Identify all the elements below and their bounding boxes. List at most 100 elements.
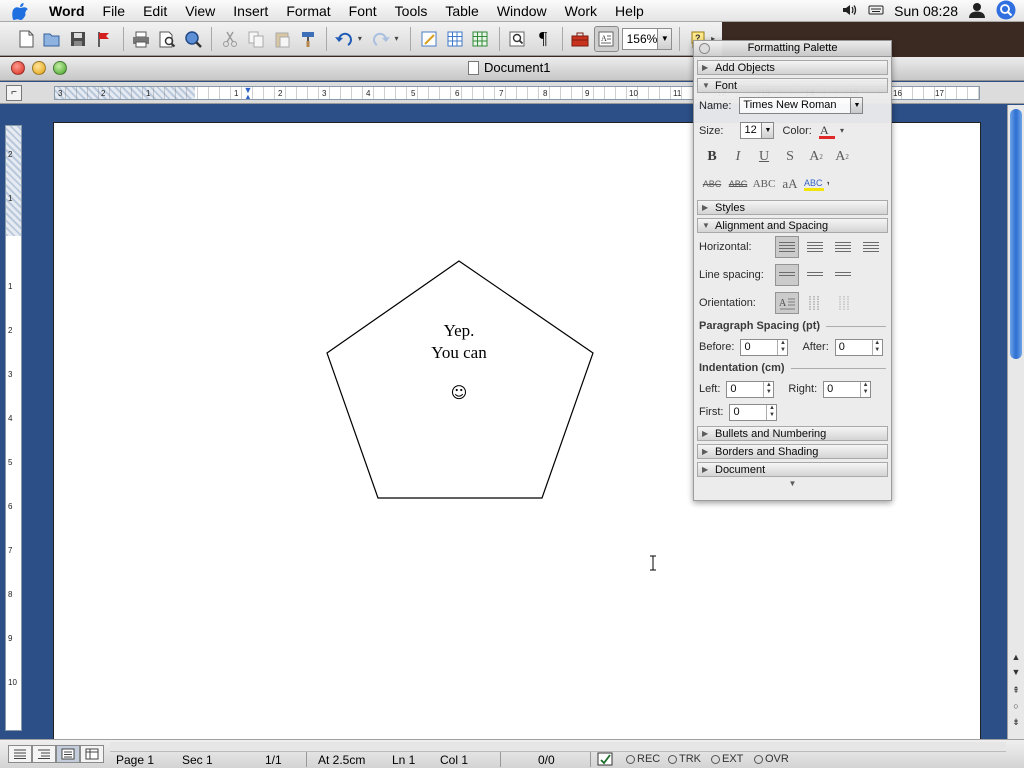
notebook-view-button[interactable]	[80, 745, 104, 763]
redo-button[interactable]	[369, 26, 394, 52]
save-button[interactable]	[66, 26, 91, 52]
italic-button[interactable]: I	[725, 146, 751, 168]
undo-dropdown-icon[interactable]: ▾	[358, 34, 366, 43]
font-size-select[interactable]: 12 ▼	[740, 122, 775, 139]
minimize-window-button[interactable]	[32, 61, 46, 75]
strikethrough-button[interactable]: ABC	[699, 173, 725, 195]
zoom-select[interactable]: 156% ▼	[621, 27, 673, 50]
font-color-button[interactable]: A ▾	[818, 122, 848, 140]
vertical-up-orientation-button[interactable]	[831, 292, 855, 314]
first-indent-spinner[interactable]: 0 ▲ ▼	[729, 403, 778, 421]
align-center-button[interactable]	[803, 236, 827, 258]
palette-close-button[interactable]	[699, 43, 710, 54]
spotlight-search-icon[interactable]	[996, 0, 1016, 23]
cut-button[interactable]	[217, 26, 242, 52]
before-spinner[interactable]: 0 ▲ ▼	[740, 338, 789, 356]
menu-tools[interactable]: Tools	[386, 0, 437, 22]
tab-selector-button[interactable]: ⌐	[6, 85, 22, 101]
right-indent-spinner[interactable]: 0 ▲ ▼	[823, 380, 872, 398]
bold-button[interactable]: B	[699, 146, 725, 168]
shape-text-line1[interactable]: Yep.	[359, 320, 559, 342]
horizontal-scrollbar[interactable]	[110, 742, 1006, 752]
underline-button[interactable]: U	[751, 146, 777, 168]
copy-button[interactable]	[243, 26, 268, 52]
toolbox-button[interactable]	[568, 26, 593, 52]
section-bullets-numbering[interactable]: ▶ Bullets and Numbering	[697, 426, 888, 441]
print-button[interactable]	[129, 26, 154, 52]
flag-button[interactable]	[92, 26, 117, 52]
vertical-scrollbar[interactable]: ▲ ▼ ⇞ ○ ⇟	[1007, 105, 1024, 739]
scroll-up-button[interactable]: ▲	[1008, 650, 1024, 665]
show-paragraph-marks-button[interactable]: ¶	[531, 26, 556, 52]
ext-mode[interactable]: EXT	[711, 753, 743, 765]
format-painter-button[interactable]	[295, 26, 320, 52]
section-alignment-spacing[interactable]: ▼ Alignment and Spacing	[697, 218, 888, 233]
after-spinner[interactable]: 0 ▲ ▼	[834, 338, 883, 356]
outline-view-button[interactable]	[32, 745, 56, 763]
double-spacing-button[interactable]	[831, 264, 855, 286]
normal-view-button[interactable]	[8, 745, 32, 763]
double-strikethrough-button[interactable]: ABC	[725, 173, 751, 195]
web-view-button[interactable]	[180, 26, 205, 52]
print-preview-button[interactable]	[155, 26, 180, 52]
shadow-button[interactable]: S	[777, 146, 803, 168]
shape-text-line2[interactable]: You can	[359, 342, 559, 364]
spelling-status-icon[interactable]	[597, 751, 617, 768]
insert-table-button[interactable]	[442, 26, 467, 52]
undo-button[interactable]	[332, 26, 357, 52]
previous-page-button[interactable]: ⇞	[1008, 683, 1024, 698]
menu-view[interactable]: View	[176, 0, 224, 22]
menu-edit[interactable]: Edit	[134, 0, 176, 22]
menu-font[interactable]: Font	[340, 0, 386, 22]
user-icon[interactable]	[968, 2, 986, 21]
browse-object-button[interactable]: ○	[1008, 699, 1024, 714]
section-font[interactable]: ▼ Font	[697, 78, 888, 93]
paste-button[interactable]	[269, 26, 294, 52]
smiley-glyph[interactable]: ☺	[359, 382, 559, 404]
section-document[interactable]: ▶ Document	[697, 462, 888, 477]
superscript-button[interactable]: A2	[803, 146, 829, 168]
palette-scroll-down-icon[interactable]: ▼	[694, 479, 891, 488]
small-caps-button[interactable]: ABC	[751, 173, 777, 195]
document-map-button[interactable]	[505, 26, 530, 52]
align-right-button[interactable]	[831, 236, 855, 258]
section-add-objects[interactable]: ▶ Add Objects	[697, 60, 888, 75]
section-borders-shading[interactable]: ▶ Borders and Shading	[697, 444, 888, 459]
font-name-select[interactable]: Times New Roman ▼	[739, 97, 864, 114]
rec-mode[interactable]: REC	[626, 753, 660, 765]
palette-titlebar[interactable]: Formatting Palette	[694, 41, 891, 57]
apple-menu-icon[interactable]	[0, 0, 40, 22]
volume-icon[interactable]	[842, 3, 858, 20]
highlight-button[interactable]: ABC ▾	[803, 173, 829, 195]
menu-help[interactable]: Help	[606, 0, 653, 22]
new-document-button[interactable]	[14, 26, 39, 52]
vertical-down-orientation-button[interactable]	[803, 292, 827, 314]
horizontal-orientation-button[interactable]: A	[775, 292, 799, 314]
redo-dropdown-icon[interactable]: ▾	[395, 34, 403, 43]
section-styles[interactable]: ▶ Styles	[697, 200, 888, 215]
menu-table[interactable]: Table	[436, 0, 487, 22]
indent-marker-icon[interactable]: ▼ ▲	[243, 87, 253, 99]
keyboard-icon[interactable]	[868, 3, 884, 19]
menu-window[interactable]: Window	[488, 0, 556, 22]
scroll-down-button[interactable]: ▼	[1008, 665, 1024, 680]
page-layout-view-button[interactable]	[56, 745, 80, 763]
one-half-spacing-button[interactable]	[803, 264, 827, 286]
close-window-button[interactable]	[11, 61, 25, 75]
vertical-ruler[interactable]: 2 1 1 2 3 4 5 6 7 8 9 10	[5, 125, 22, 731]
single-spacing-button[interactable]	[775, 264, 799, 286]
draw-table-button[interactable]	[416, 26, 441, 52]
subscript-button[interactable]: A2	[829, 146, 855, 168]
menu-insert[interactable]: Insert	[224, 0, 277, 22]
trk-mode[interactable]: TRK	[668, 753, 701, 765]
scroll-thumb[interactable]	[1010, 109, 1022, 359]
menu-format[interactable]: Format	[277, 0, 339, 22]
menu-file[interactable]: File	[94, 0, 135, 22]
menu-work[interactable]: Work	[556, 0, 606, 22]
change-case-button[interactable]: aA	[777, 173, 803, 195]
insert-excel-button[interactable]	[468, 26, 493, 52]
menu-app-word[interactable]: Word	[40, 0, 94, 22]
align-left-button[interactable]	[775, 236, 799, 258]
ovr-mode[interactable]: OVR	[754, 753, 789, 765]
zoom-window-button[interactable]	[53, 61, 67, 75]
